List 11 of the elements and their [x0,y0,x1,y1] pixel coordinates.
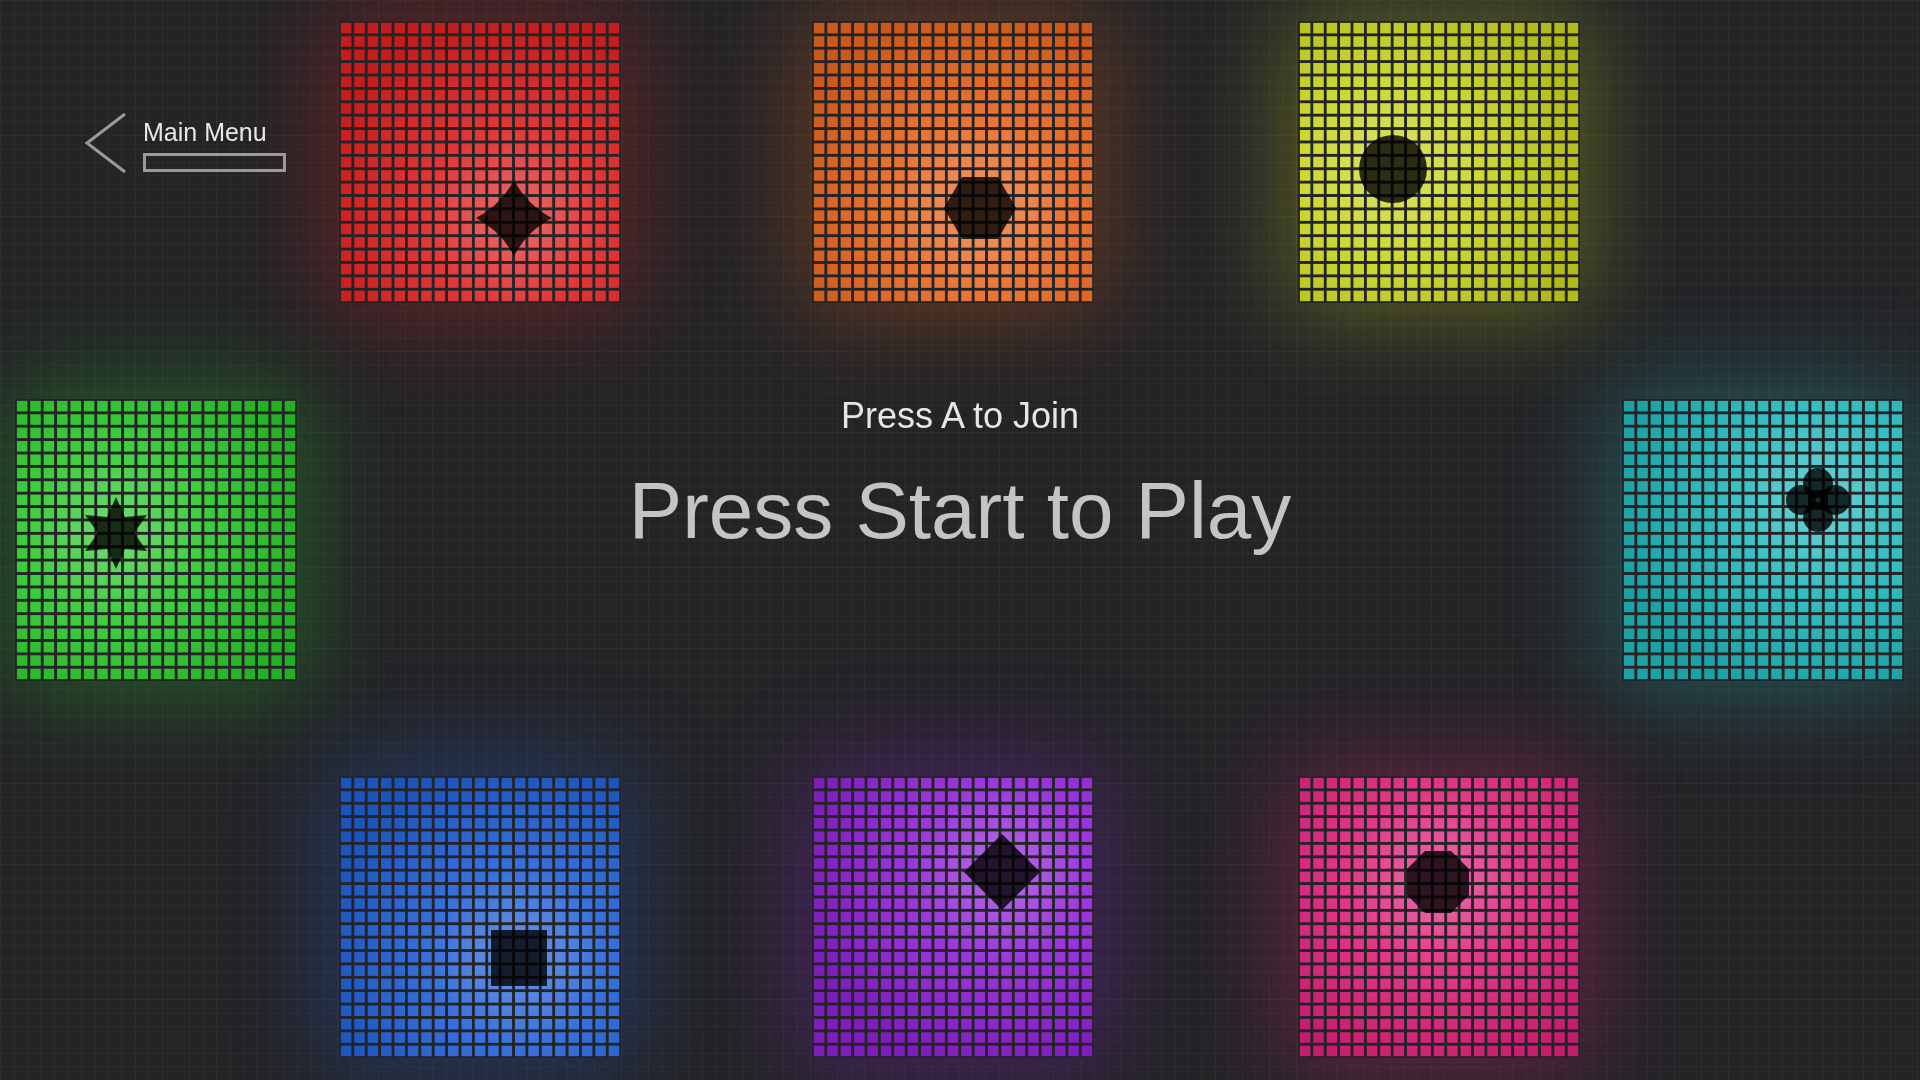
four-point-star-icon [476,180,552,256]
start-prompt: Press Start to Play [628,465,1292,557]
six-point-star-icon [85,497,147,569]
octagon-icon [1407,851,1469,913]
join-prompt: Press A to Join [840,395,1080,437]
hexagon-icon [944,177,1016,239]
main-menu-label[interactable]: Main Menu [143,117,286,147]
club-icon [1786,468,1850,532]
circle-icon [1359,135,1427,203]
square-icon [491,930,547,986]
diamond-icon [964,834,1040,910]
